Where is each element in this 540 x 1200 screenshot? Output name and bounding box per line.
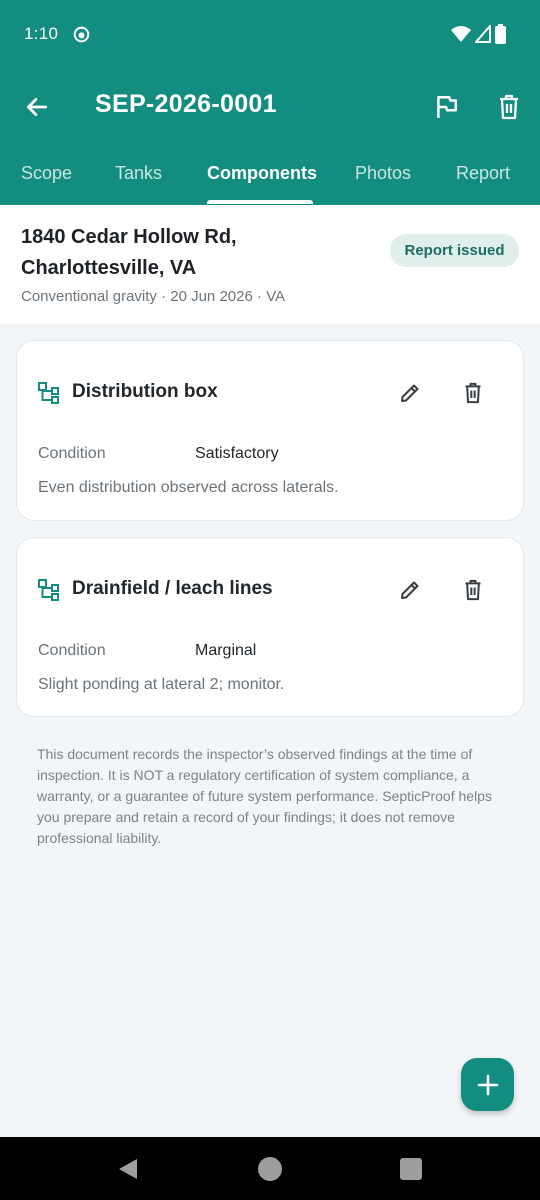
active-tab-indicator: [207, 200, 313, 204]
tab-tanks[interactable]: Tanks: [115, 142, 162, 205]
delete-inspection-button[interactable]: [490, 88, 528, 126]
condition-label: Condition: [38, 642, 106, 659]
component-card[interactable]: Distribution box Condition Satisfactory …: [16, 340, 524, 521]
signal-icon: [475, 25, 491, 43]
nav-home-icon[interactable]: [258, 1157, 282, 1181]
status-badge: Report issued: [390, 234, 519, 267]
notification-icon: [73, 26, 90, 43]
status-bar: 1:10: [0, 0, 540, 70]
wifi-icon: [451, 26, 471, 42]
condition-value: Satisfactory: [195, 445, 279, 462]
nav-recents-icon[interactable]: [400, 1158, 422, 1180]
component-tree-icon: [38, 579, 59, 601]
trash-icon: [500, 94, 518, 120]
system-nav-bar: [0, 1137, 540, 1200]
nav-back-icon[interactable]: [116, 1157, 140, 1181]
toolbar: SEP-2026-0001: [0, 70, 540, 142]
inspection-header: 1840 Cedar Hollow Rd, Charlottesville, V…: [0, 205, 540, 324]
property-address: 1840 Cedar Hollow Rd, Charlottesville, V…: [21, 226, 237, 279]
component-card[interactable]: Drainfield / leach lines Condition Margi…: [16, 537, 524, 717]
inspection-meta: Conventional gravity · 20 Jun 2026 · VA: [21, 288, 286, 305]
pencil-icon: [401, 581, 419, 599]
tab-report[interactable]: Report: [456, 142, 510, 205]
add-component-button[interactable]: [461, 1058, 514, 1111]
pencil-icon: [401, 384, 419, 402]
condition-value: Marginal: [195, 642, 257, 659]
trash-icon: [465, 382, 481, 404]
component-tree-icon: [38, 382, 59, 404]
flag-button[interactable]: [426, 88, 466, 126]
edit-component-button[interactable]: [395, 378, 425, 408]
delete-component-button[interactable]: [458, 575, 488, 605]
delete-component-button[interactable]: [458, 378, 488, 408]
back-button[interactable]: [18, 88, 56, 126]
trash-icon: [465, 579, 481, 601]
system-icons: [451, 24, 506, 44]
component-note: Slight ponding at lateral 2; monitor.: [38, 676, 285, 693]
component-name: Distribution box: [72, 381, 218, 402]
status-time: 1:10: [24, 24, 59, 43]
condition-label: Condition: [38, 445, 106, 462]
back-arrow-icon: [26, 98, 48, 116]
app-bar: 1:10 SEP-2026-0001 Scope Tanks Component…: [0, 0, 540, 205]
plus-icon: [477, 1074, 498, 1095]
legal-disclaimer: This document records the inspector’s ob…: [37, 746, 492, 846]
battery-icon: [495, 24, 506, 44]
component-note: Even distribution observed across latera…: [38, 479, 339, 496]
tab-scope[interactable]: Scope: [21, 142, 72, 205]
flag-icon: [437, 96, 457, 118]
component-name: Drainfield / leach lines: [72, 578, 273, 599]
tab-photos[interactable]: Photos: [355, 142, 411, 205]
tab-components[interactable]: Components: [207, 142, 317, 205]
page-title: SEP-2026-0001: [95, 90, 277, 118]
edit-component-button[interactable]: [395, 575, 425, 605]
tab-bar: Scope Tanks Components Photos Report: [0, 142, 540, 205]
